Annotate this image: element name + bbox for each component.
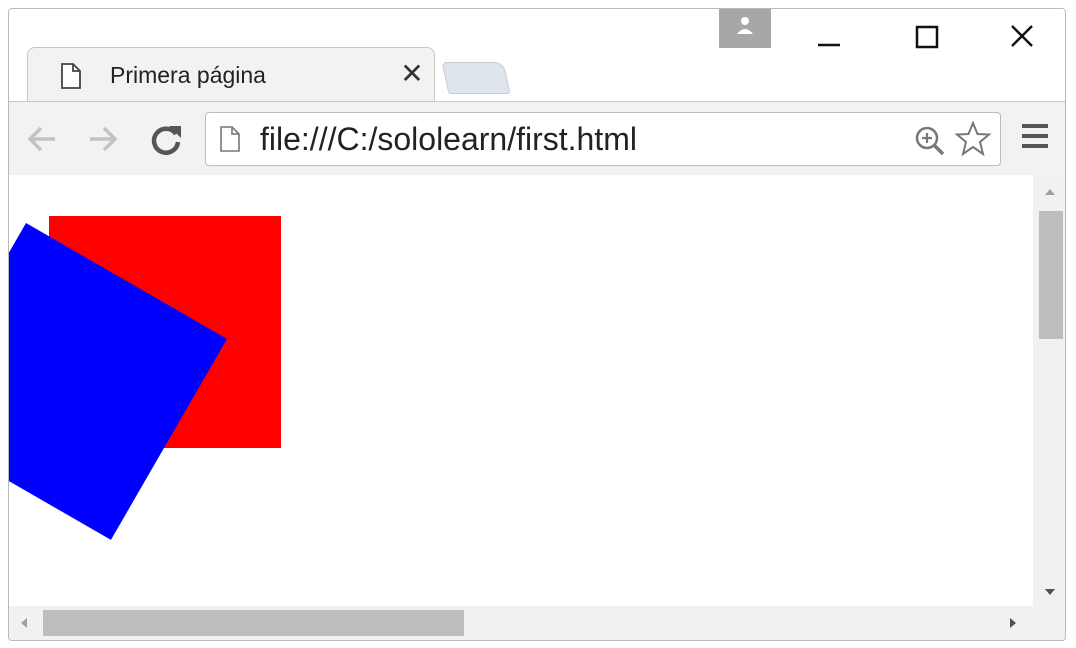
- star-icon[interactable]: [954, 120, 992, 158]
- title-bar: Primera página ✕: [9, 9, 1065, 102]
- maximize-icon[interactable]: [897, 17, 957, 57]
- new-tab-button[interactable]: [441, 62, 511, 94]
- back-arrow-icon[interactable]: [23, 120, 61, 158]
- page-viewport: [9, 175, 1033, 606]
- scroll-right-arrow-icon[interactable]: [1010, 618, 1016, 628]
- hamburger-menu-icon[interactable]: [1021, 120, 1049, 152]
- zoom-icon[interactable]: [914, 125, 946, 157]
- scroll-up-arrow-icon[interactable]: [1045, 189, 1055, 195]
- page-icon: [61, 63, 81, 89]
- horizontal-scroll-thumb[interactable]: [43, 610, 464, 636]
- page-icon: [220, 126, 240, 152]
- vertical-scrollbar[interactable]: [1033, 175, 1065, 606]
- browser-window: Primera página ✕ file:///C:/sololearn/fi…: [8, 8, 1066, 641]
- horizontal-scrollbar[interactable]: [9, 606, 1033, 640]
- scroll-down-arrow-icon[interactable]: [1045, 589, 1055, 595]
- profile-icon: [737, 17, 753, 34]
- forward-arrow-icon[interactable]: [84, 120, 122, 158]
- profile-button[interactable]: [719, 9, 771, 48]
- vertical-scroll-thumb[interactable]: [1039, 211, 1063, 339]
- close-icon[interactable]: [992, 17, 1052, 57]
- scrollbar-corner: [1033, 606, 1065, 640]
- scroll-left-arrow-icon[interactable]: [21, 618, 27, 628]
- toolbar: file:///C:/sololearn/first.html: [9, 101, 1065, 175]
- tab-close-icon[interactable]: ✕: [398, 60, 426, 88]
- minimize-icon[interactable]: [798, 17, 858, 57]
- tab-active[interactable]: Primera página ✕: [27, 47, 435, 102]
- reload-icon[interactable]: [147, 120, 185, 158]
- url-text[interactable]: file:///C:/sololearn/first.html: [260, 121, 637, 158]
- address-bar[interactable]: file:///C:/sololearn/first.html: [205, 112, 1001, 166]
- tab-title: Primera página: [110, 62, 266, 88]
